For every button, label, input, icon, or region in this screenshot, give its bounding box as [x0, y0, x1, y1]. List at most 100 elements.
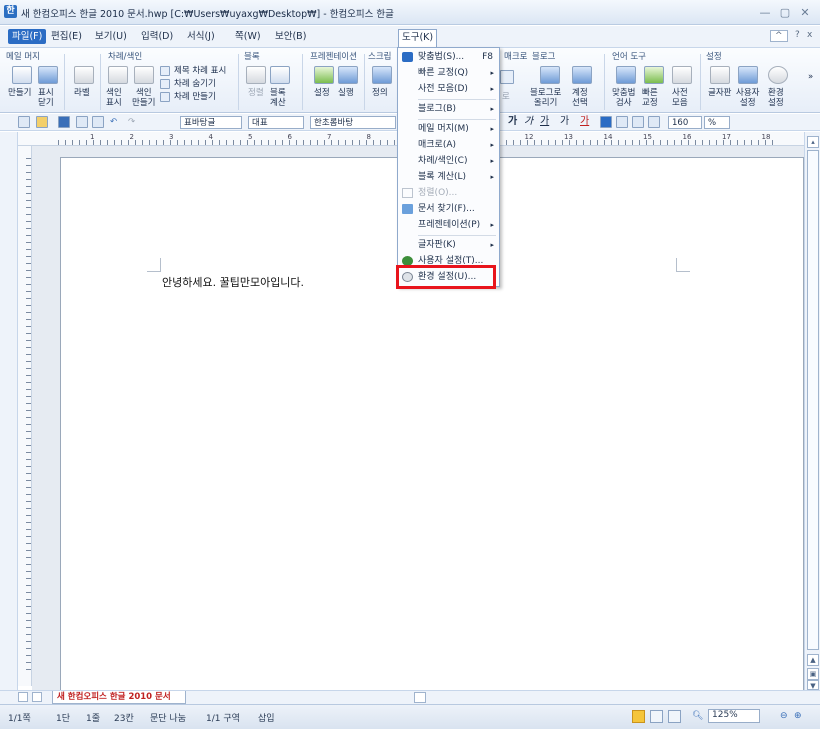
align-left-icon[interactable]: [616, 116, 628, 128]
minimize-icon[interactable]: —: [758, 6, 772, 19]
macro-label[interactable]: 로: [502, 92, 510, 102]
index-make-label[interactable]: 색인 만들기: [132, 88, 155, 108]
menu-item-dictionary[interactable]: 사전 모음(D) ▸: [398, 81, 499, 97]
presentation-setup-icon[interactable]: [314, 66, 334, 84]
prev-page-icon[interactable]: ▲: [807, 654, 819, 666]
quick-correct-button[interactable]: 빠른 교정: [642, 88, 658, 108]
spell-check-icon[interactable]: [616, 66, 636, 84]
para-select[interactable]: 대표: [248, 116, 304, 129]
zoom-icon[interactable]: 🔍︎: [692, 711, 703, 721]
env-settings-button[interactable]: 환경 설정: [768, 88, 784, 108]
vertical-scrollbar[interactable]: ▴ ▲ ▣ ▼: [804, 132, 820, 692]
label-icon[interactable]: [74, 66, 94, 84]
menu-item-block-calc[interactable]: 블록 계산(L) ▸: [398, 169, 499, 185]
zoom-out-icon[interactable]: ⊖: [780, 711, 788, 721]
style-select[interactable]: 표바탕글: [180, 116, 242, 129]
menu-insert[interactable]: 입력(D): [138, 29, 176, 44]
spell-check-button[interactable]: 맞춤법 검사: [612, 88, 635, 108]
mail-merge-make-icon[interactable]: [12, 66, 32, 84]
menu-item-mail-merge[interactable]: 메일 머지(M) ▸: [398, 121, 499, 137]
zoom-in-icon[interactable]: ⊕: [794, 711, 802, 721]
italic-button[interactable]: 가: [524, 116, 533, 129]
status-split[interactable]: 문단 나눔: [150, 711, 186, 724]
align-center-icon[interactable]: [632, 116, 644, 128]
view-web-icon[interactable]: [650, 710, 663, 723]
dictionary-icon[interactable]: [672, 66, 692, 84]
menu-file[interactable]: 파일(F): [8, 29, 47, 44]
ribbon-collapse-button[interactable]: ^: [770, 30, 788, 42]
menu-item-macro[interactable]: 매크로(A) ▸: [398, 137, 499, 153]
page-icon[interactable]: ▣: [807, 668, 819, 680]
strike-button[interactable]: 가: [560, 116, 569, 129]
view-outline-icon[interactable]: [668, 710, 681, 723]
menu-view[interactable]: 보기(U): [92, 29, 130, 44]
document-text[interactable]: 안녕하세요. 꿀팁만모아입니다.: [162, 274, 304, 290]
menu-item-quick-correct[interactable]: 빠른 교정(Q) ▸: [398, 65, 499, 81]
toc-hide[interactable]: 차례 숨기기: [174, 79, 216, 89]
new-doc-icon[interactable]: [18, 116, 30, 128]
menu-item-spellcheck[interactable]: 맞춤법(S)... F8: [398, 49, 499, 65]
menu-page[interactable]: 쪽(W): [232, 29, 264, 44]
tab-document[interactable]: 새 한컴오피스 한글 2010 문서: [52, 691, 186, 704]
font-select[interactable]: 한초롬바탕: [310, 116, 396, 129]
status-mode[interactable]: 삽입: [258, 711, 275, 724]
help-icon[interactable]: ?: [795, 30, 800, 40]
next-page-icon[interactable]: ▼: [807, 680, 819, 690]
zoom-select[interactable]: 125%: [708, 709, 760, 723]
dictionary-button[interactable]: 사전 모음: [672, 88, 688, 108]
user-settings-icon[interactable]: [738, 66, 758, 84]
presentation-run-icon[interactable]: [338, 66, 358, 84]
open-folder-icon[interactable]: [36, 116, 48, 128]
menu-format[interactable]: 서식(J): [184, 29, 218, 44]
maximize-icon[interactable]: ▢: [778, 6, 792, 19]
menu-item-toc[interactable]: 차례/색인(C) ▸: [398, 153, 499, 169]
hscroll-left-icon[interactable]: [414, 692, 426, 703]
gear-icon[interactable]: [768, 66, 788, 84]
script-define-icon[interactable]: [372, 66, 392, 84]
block-calc-icon[interactable]: [270, 66, 290, 84]
mail-merge-make-label[interactable]: 만들기: [8, 88, 31, 98]
scroll-thumb[interactable]: [807, 150, 819, 650]
menu-item-doc-find[interactable]: 문서 찾기(F)...: [398, 201, 499, 217]
user-settings-button[interactable]: 사용자 설정: [736, 88, 759, 108]
app-icon[interactable]: 한: [4, 5, 17, 18]
line-spacing-input[interactable]: 160: [668, 116, 702, 129]
charmap-icon[interactable]: [710, 66, 730, 84]
tab-next-icon[interactable]: [32, 692, 42, 702]
close-doc-icon[interactable]: x: [807, 30, 812, 40]
toc-make[interactable]: 차례 만들기: [174, 92, 216, 102]
line-spacing-unit[interactable]: %: [704, 116, 730, 129]
undo-icon[interactable]: ↶: [110, 116, 117, 129]
block-calc-button[interactable]: 블록 계산: [270, 88, 286, 108]
index-make-icon[interactable]: [134, 66, 154, 84]
underline-button[interactable]: 가: [540, 116, 549, 129]
tab-prev-icon[interactable]: [18, 692, 28, 702]
font-color-button[interactable]: 가: [580, 116, 589, 129]
vertical-ruler[interactable]: [18, 146, 32, 686]
index-display-label[interactable]: 색인 표시: [106, 88, 122, 108]
macro-icon[interactable]: [500, 70, 514, 84]
menu-edit[interactable]: 편집(E): [48, 29, 85, 44]
print-icon[interactable]: [76, 116, 88, 128]
close-window-icon[interactable]: ✕: [798, 6, 812, 19]
menu-tools[interactable]: 도구(K): [398, 29, 438, 47]
view-normal-icon[interactable]: [632, 710, 645, 723]
preview-icon[interactable]: [92, 116, 104, 128]
menu-security[interactable]: 보안(B): [272, 29, 309, 44]
menu-item-blog[interactable]: 블로그(B) ▸: [398, 101, 499, 117]
menu-item-presentation[interactable]: 프레젠테이션(P) ▸: [398, 217, 499, 233]
presentation-setup[interactable]: 설정: [314, 88, 330, 98]
script-define[interactable]: 정의: [372, 88, 388, 98]
index-display-icon[interactable]: [108, 66, 128, 84]
blog-account-icon[interactable]: [572, 66, 592, 84]
ribbon-more-icon[interactable]: »: [808, 72, 813, 82]
align-justify-icon[interactable]: [600, 116, 612, 128]
scroll-up-icon[interactable]: ▴: [807, 136, 819, 148]
align-right-icon[interactable]: [648, 116, 660, 128]
blog-upload[interactable]: 블로그로 올리기: [530, 88, 561, 108]
toc-title-display[interactable]: 제목 차례 표시: [174, 66, 226, 76]
save-icon[interactable]: [58, 116, 70, 128]
blog-account[interactable]: 계정 선택: [572, 88, 588, 108]
presentation-run[interactable]: 실행: [338, 88, 354, 98]
charmap-button[interactable]: 글자판: [708, 88, 731, 98]
